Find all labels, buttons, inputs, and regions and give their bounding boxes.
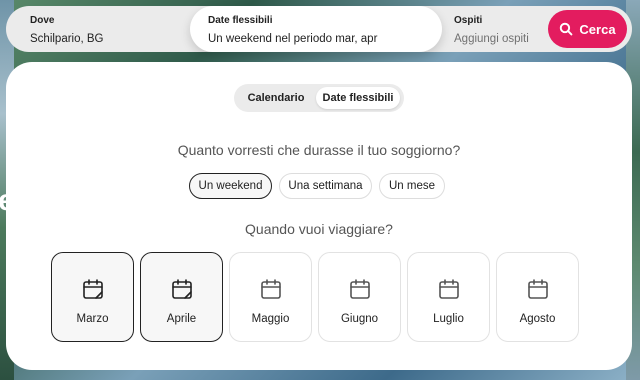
calendar-check-icon: [172, 279, 192, 299]
dates-field[interactable]: Date flessibili Un weekend nel periodo m…: [190, 6, 442, 52]
month-name: Marzo: [76, 313, 109, 325]
tab-flexible-dates[interactable]: Date flessibili: [316, 87, 400, 109]
tab-calendar[interactable]: Calendario: [238, 87, 314, 109]
when-question: Quando vuoi viaggiare?: [245, 221, 393, 237]
calendar-icon: [439, 279, 459, 299]
search-button[interactable]: Cerca: [548, 10, 627, 48]
month-card-1[interactable]: Aprile: [140, 252, 223, 342]
where-label: Dove: [30, 15, 55, 26]
month-card-5[interactable]: Agosto: [496, 252, 579, 342]
month-card-0[interactable]: Marzo: [51, 252, 134, 342]
month-name: Luglio: [433, 313, 464, 325]
where-field[interactable]: Dove Schilpario, BG: [6, 6, 190, 52]
calendar-icon: [528, 279, 548, 299]
duration-question: Quanto vorresti che durasse il tuo soggi…: [177, 142, 461, 158]
duration-option-weekend[interactable]: Un weekend: [189, 173, 272, 199]
where-value: Schilpario, BG: [30, 33, 104, 45]
calendar-icon: [261, 279, 281, 299]
dates-value: Un weekend nel periodo mar, apr: [208, 33, 378, 45]
month-name: Maggio: [251, 313, 290, 325]
date-mode-toggle: Calendario Date flessibili: [234, 84, 404, 112]
search-button-label: Cerca: [579, 21, 616, 37]
search-icon: [560, 22, 573, 36]
guests-field[interactable]: Ospiti Aggiungi ospiti: [454, 6, 554, 52]
guests-placeholder: Aggiungi ospiti: [454, 33, 529, 45]
month-name: Giugno: [340, 313, 379, 325]
month-name: Agosto: [519, 313, 556, 325]
flexible-dates-panel: Calendario Date flessibili Quanto vorres…: [6, 62, 632, 370]
search-bar: Dove Schilpario, BG Date flessibili Un w…: [6, 6, 632, 52]
calendar-check-icon: [83, 279, 103, 299]
calendar-icon: [350, 279, 370, 299]
month-card-3[interactable]: Giugno: [318, 252, 401, 342]
month-name: Aprile: [166, 313, 197, 325]
month-card-4[interactable]: Luglio: [407, 252, 490, 342]
guests-label: Ospiti: [454, 15, 483, 26]
dates-label: Date flessibili: [208, 15, 273, 26]
duration-option-month[interactable]: Un mese: [379, 173, 445, 199]
month-card-2[interactable]: Maggio: [229, 252, 312, 342]
duration-option-week[interactable]: Una settimana: [279, 173, 372, 199]
